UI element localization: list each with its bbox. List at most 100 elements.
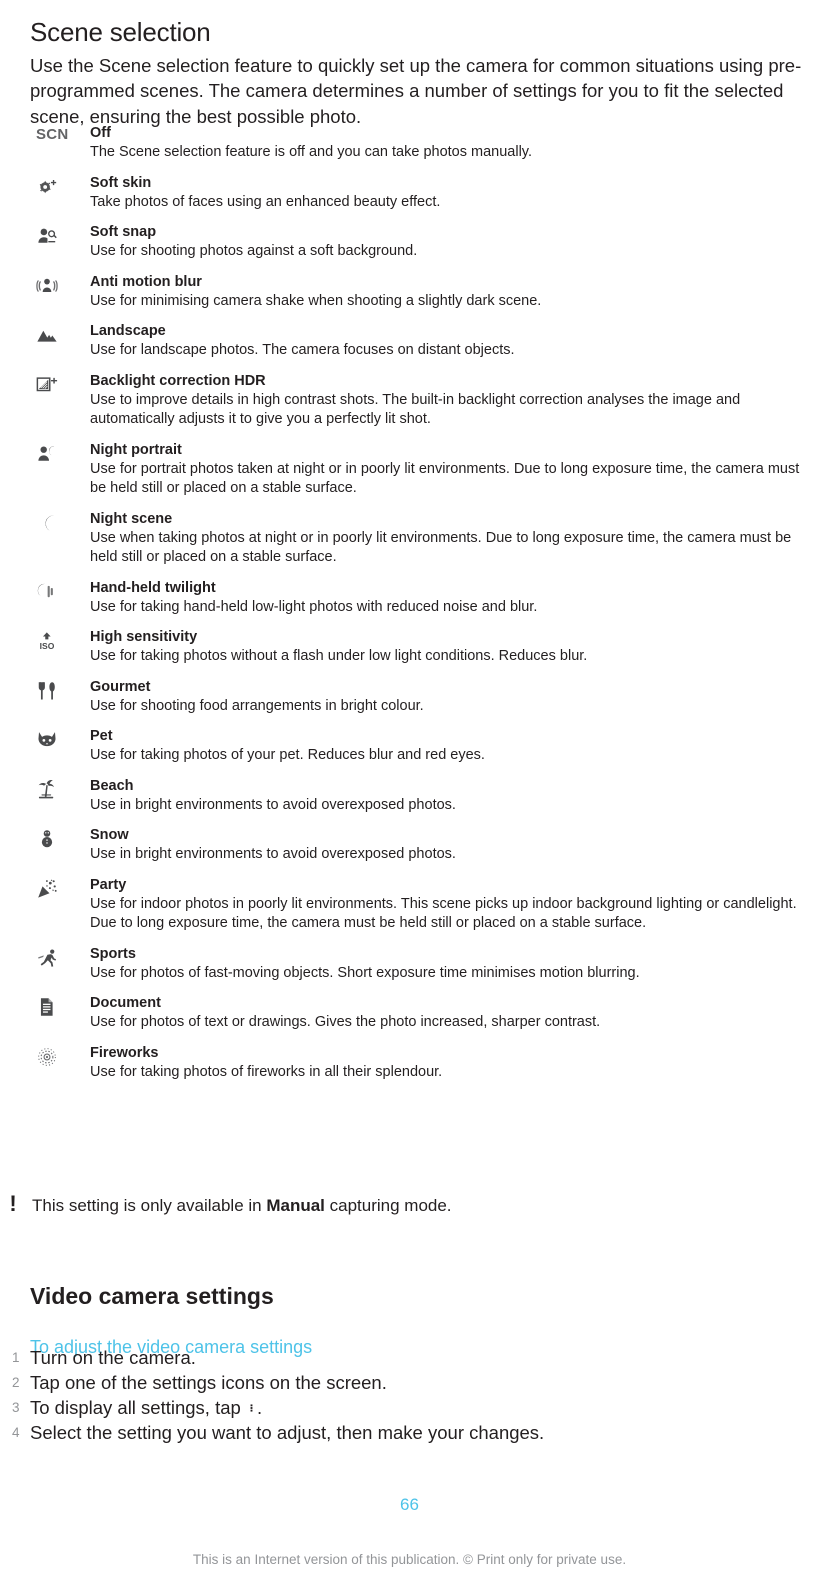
scene-item: Hand-held twilight Use for taking hand-he… (0, 579, 819, 618)
scene-item-description: Use for portrait photos taken at night o… (90, 460, 800, 497)
scene-item-description: Use for taking photos without a flash un… (90, 648, 588, 664)
footer-disclaimer: This is an Internet version of this publ… (192, 1552, 627, 1567)
scene-item-title: Night scene (90, 510, 173, 527)
sports-icon (36, 947, 80, 969)
scene-item-title: Gourmet (90, 678, 151, 695)
night-portrait-icon (36, 443, 80, 465)
scene-item: ISO High sensitivity Use for taking photos… (0, 628, 819, 667)
step-text-after: . (256, 1397, 263, 1418)
scene-item: Sports Use for photos of fast-moving obje… (0, 945, 819, 984)
overflow-menu-icon (247, 1396, 256, 1421)
scene-item: Beach Use in bright environments to avoid… (0, 777, 819, 816)
party-icon (36, 878, 80, 900)
scene-item-description: Use for minimising camera shake when sho… (90, 292, 542, 309)
scene-item-description: Use for taking photos of your pet. Reduc… (90, 747, 485, 763)
pet-icon (36, 729, 80, 751)
scene-item-description: Use for photos of text or drawings. Give… (90, 1014, 601, 1030)
step-text-before: To display all settings, tap (30, 1397, 246, 1418)
scene-item-title: Soft snap (90, 224, 157, 240)
scene-item-title: Party (90, 876, 127, 893)
step-text: Turn on the camera. (30, 1347, 196, 1368)
procedure-step: 1 Turn on the camera. (0, 1345, 819, 1370)
scene-item-description: Use for photos of fast-moving objects. S… (90, 964, 640, 981)
note-text-after: capturing mode. (324, 1196, 452, 1215)
page-title: Scene selection (30, 17, 211, 48)
procedure-step: 2 Tap one of the settings icons on the sc… (0, 1370, 819, 1395)
step-number: 1 (12, 1350, 20, 1365)
procedure-step: 3 To display all settings, tap . (0, 1395, 819, 1420)
scene-item: Fireworks Use for taking photos of firewo… (0, 1044, 819, 1083)
scene-item-description: Use to improve details in high contrast … (90, 391, 741, 428)
note-callout: ! This setting is only available in Manu… (0, 1191, 819, 1217)
procedure-steps: 1 Turn on the camera. 2 Tap one of the sett… (0, 1345, 819, 1445)
scene-item-description: Use in bright environments to avoid over… (90, 796, 456, 813)
step-text: Select the setting you want to adjust, t… (30, 1422, 545, 1443)
snow-icon (36, 828, 80, 850)
scn-text-icon: SCN (36, 126, 69, 143)
high-sensitivity-iso-icon: ISO (36, 630, 80, 652)
scene-item-description: Use for taking photos of fireworks in al… (90, 1063, 443, 1080)
note-text-before: This setting is only available in (32, 1196, 267, 1215)
scene-item: Snow Use in bright environments to avoid … (0, 826, 819, 865)
scene-item-title: Soft skin (90, 174, 152, 191)
scene-item-description: Use for shooting food arrangements in br… (90, 697, 424, 714)
scene-item-title: Backlight correction HDR (90, 372, 266, 389)
anti-motion-blur-icon (36, 275, 80, 297)
scene-item-title: Sports (90, 945, 136, 962)
scene-mode-list: SCN Off The Scene selection feature is off… (0, 124, 819, 1093)
scene-item-description: Use in bright environments to avoid over… (90, 846, 456, 862)
section-heading-video-camera-settings: Video camera settings (30, 1283, 274, 1310)
scene-item: Night portrait Use for portrait photos ta… (0, 441, 819, 499)
scene-item: Anti motion blur Use for minimising camer… (0, 273, 819, 312)
scene-item: Gourmet Use for shooting food arrangement… (0, 678, 819, 717)
scene-item-title: High sensitivity (90, 629, 198, 645)
step-number: 2 (12, 1375, 20, 1390)
landscape-icon (36, 324, 80, 346)
scene-item: Pet Use for taking photos of your pet. Re… (0, 727, 819, 766)
note-bold-term: Manual (266, 1196, 325, 1215)
gourmet-icon (36, 680, 80, 702)
scene-item-title: Anti motion blur (90, 273, 202, 290)
scene-item: Soft snap Use for shooting photos against… (0, 223, 819, 262)
scene-item-title: Night portrait (90, 441, 182, 458)
fireworks-icon (36, 1046, 80, 1068)
scene-item-title: Snow (90, 827, 129, 843)
scene-item: Party Use for indoor photos in poorly lit… (0, 876, 819, 934)
soft-skin-icon (36, 176, 80, 198)
scene-item-title: Document (90, 995, 161, 1011)
scene-item-description: Use for taking hand-held low-light photo… (90, 598, 538, 615)
procedure-step: 4 Select the setting you want to adjust, … (0, 1420, 819, 1445)
scene-item: Backlight correction HDR Use to improve d… (0, 372, 819, 430)
scene-item-title: Fireworks (90, 1044, 159, 1061)
scene-item-description: Take photos of faces using an enhanced b… (90, 193, 441, 210)
step-number: 4 (12, 1425, 20, 1440)
exclamation-icon: ! (9, 1191, 17, 1216)
scene-item-description: The Scene selection feature is off and y… (90, 144, 532, 160)
scene-item: Document Use for photos of text or drawin… (0, 994, 819, 1033)
page-number: 66 (400, 1495, 419, 1514)
step-text: To display all settings, tap . (30, 1395, 819, 1421)
manual-page: Scene selection Use the Scene selection … (0, 0, 819, 1589)
step-number: 3 (12, 1400, 20, 1415)
scene-item: Landscape Use for landscape photos. The c… (0, 322, 819, 361)
soft-snap-icon (36, 225, 80, 247)
note-text: This setting is only available in Manual… (32, 1194, 819, 1217)
scene-item-title: Landscape (90, 323, 166, 339)
step-text: Tap one of the settings icons on the scr… (30, 1372, 387, 1393)
scene-item-title: Hand-held twilight (90, 579, 216, 596)
scene-item: Soft skin Take photos of faces using an e… (0, 174, 819, 213)
scene-item-title: Beach (90, 777, 134, 794)
scene-item-title: Off (90, 125, 111, 141)
scene-item-description: Use for shooting photos against a soft b… (90, 243, 418, 259)
scene-item: SCN Off The Scene selection feature is off… (0, 124, 819, 163)
scene-item-description: Use when taking photos at night or in po… (90, 529, 792, 566)
intro-paragraph: Use the Scene selection feature to quick… (30, 54, 802, 127)
scene-item-title: Pet (90, 728, 113, 744)
backlight-hdr-icon (36, 374, 80, 396)
document-icon (36, 996, 80, 1018)
svg-text:ISO: ISO (40, 641, 55, 651)
beach-icon (36, 779, 80, 801)
scene-item: Night scene Use when taking photos at nig… (0, 510, 819, 568)
hand-held-twilight-icon (36, 581, 80, 603)
scene-item-description: Use for indoor photos in poorly lit envi… (90, 895, 797, 932)
